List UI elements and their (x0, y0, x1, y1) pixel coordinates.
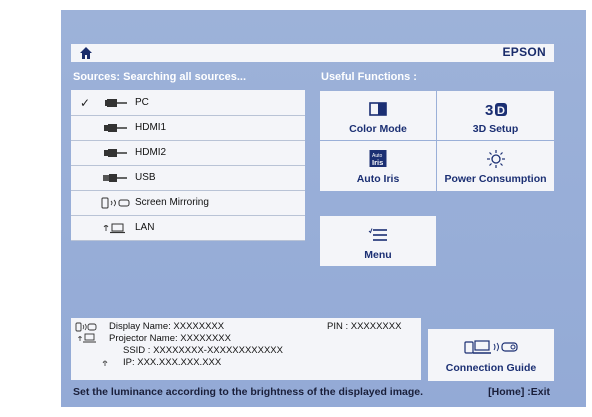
screen-mirroring-icon (101, 197, 130, 208)
network-info-panel: Display Name: XXXXXXXX Projector Name: X… (71, 318, 421, 380)
wireless-icon (102, 360, 108, 366)
display-name-text: Display Name: XXXXXXXX (109, 321, 225, 332)
help-message: Set the luminance according to the brigh… (73, 386, 424, 398)
exit-hint: [Home] :Exit (488, 386, 550, 398)
source-item-hdmi2[interactable]: HDMI2 (71, 140, 305, 166)
source-item-pc[interactable]: ✓ PC (71, 90, 305, 116)
hdmi-icon (104, 123, 127, 132)
svg-text:Iris: Iris (372, 158, 383, 167)
color-mode-label: Color Mode (349, 123, 407, 135)
svg-text:D: D (497, 105, 505, 117)
home-icon[interactable] (79, 46, 93, 60)
source-label: HDMI1 (135, 122, 167, 133)
source-item-hdmi1[interactable]: HDMI1 (71, 115, 305, 141)
source-label: USB (135, 172, 156, 183)
ssid-text: SSID : XXXXXXXX-XXXXXXXXXXXX (123, 345, 283, 356)
svg-text:3: 3 (485, 102, 493, 117)
pin-text: PIN : XXXXXXXX (327, 321, 402, 332)
auto-iris-icon: Auto Iris (369, 150, 387, 167)
auto-iris-label: Auto Iris (356, 173, 400, 185)
ip-address-text: IP: XXX.XXX.XXX.XXX (123, 357, 222, 368)
menu-label: Menu (364, 249, 392, 261)
3d-setup-icon: 3 D (485, 102, 507, 117)
source-label: LAN (135, 222, 155, 233)
status-bar: Set the luminance according to the brigh… (71, 384, 554, 402)
epson-logo: EPSON (502, 45, 546, 59)
menu-list-icon (368, 228, 387, 241)
color-mode-button[interactable]: Color Mode (320, 91, 436, 140)
power-consumption-button[interactable]: Power Consumption (437, 141, 554, 191)
light-bulb-icon (486, 150, 505, 168)
source-list: ✓ PC HDMI1 HDMI2 USB Screen Mirroring LA… (71, 90, 305, 241)
source-item-lan[interactable]: LAN (71, 215, 305, 241)
useful-functions-heading: Useful Functions : (321, 71, 417, 83)
check-mark-icon: ✓ (79, 95, 91, 110)
projector-name-text: Projector Name: XXXXXXXX (109, 333, 231, 344)
pc-input-icon (105, 98, 127, 107)
source-item-screen-mirroring[interactable]: Screen Mirroring (71, 190, 305, 216)
connection-guide-label: Connection Guide (445, 362, 537, 374)
connection-guide-button[interactable]: Connection Guide (428, 329, 554, 381)
top-bar: EPSON (71, 44, 554, 62)
lan-icon (103, 223, 125, 233)
connection-guide-icon (464, 340, 518, 354)
source-item-usb[interactable]: USB (71, 165, 305, 191)
source-label: Screen Mirroring (135, 197, 209, 208)
menu-button[interactable]: Menu (320, 216, 436, 266)
usb-icon (103, 173, 127, 182)
power-consumption-label: Power Consumption (444, 173, 547, 185)
screen-mirroring-icon (75, 322, 97, 332)
sources-heading: Sources: Searching all sources... (73, 71, 247, 83)
lan-icon (78, 333, 96, 343)
3d-setup-button[interactable]: 3 D 3D Setup (437, 91, 554, 140)
3d-setup-label: 3D Setup (472, 123, 519, 135)
color-mode-icon (369, 102, 387, 116)
hdmi-icon (104, 148, 127, 157)
auto-iris-button[interactable]: Auto Iris Auto Iris (320, 141, 436, 191)
source-label: PC (135, 97, 149, 108)
source-label: HDMI2 (135, 147, 167, 158)
